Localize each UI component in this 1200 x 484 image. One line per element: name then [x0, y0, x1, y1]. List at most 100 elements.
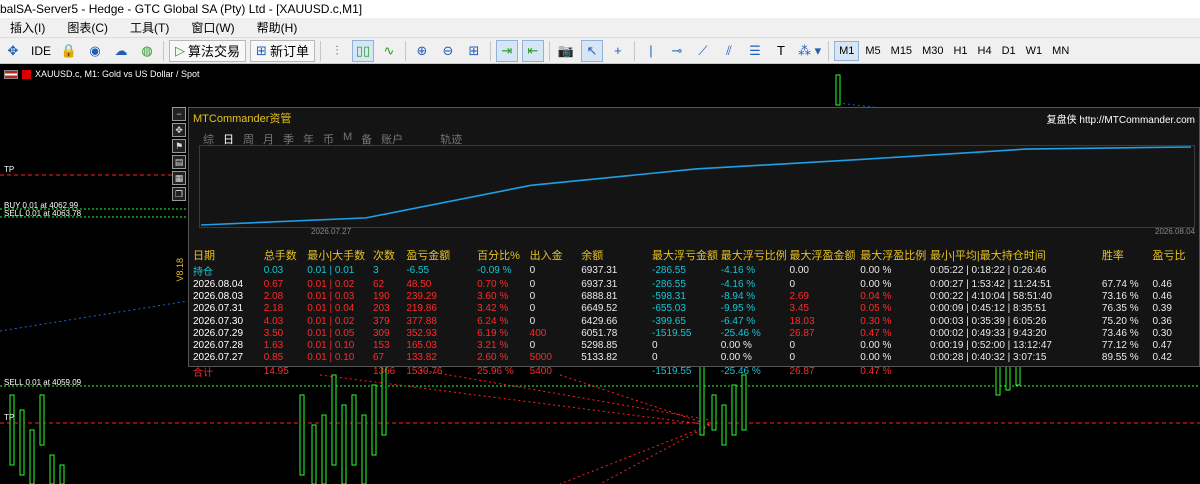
zoom-out-icon[interactable]: ⊖: [437, 40, 459, 62]
table-cell: 239.29: [406, 290, 437, 302]
timeframe-w1-button[interactable]: W1: [1022, 41, 1047, 61]
panel-header: MTCommander资管 复盘侠 http://MTCommander.com: [189, 108, 1199, 128]
timeframe-m1-button[interactable]: M1: [834, 40, 860, 61]
table-cell: 2026.08.03: [193, 290, 244, 302]
flag-icon[interactable]: ⚑: [172, 139, 186, 153]
timeframe-mn-button[interactable]: MN: [1048, 41, 1073, 61]
candle: [19, 409, 25, 476]
line-chart-icon[interactable]: ∿: [378, 40, 400, 62]
column-header[interactable]: 胜率: [1102, 247, 1153, 263]
candle: [361, 414, 367, 484]
sell-level-label: SELL 0.01 at 4059.09: [4, 378, 82, 387]
cursor-icon[interactable]: ↖: [580, 39, 603, 62]
table-cell: -8.94 %: [720, 290, 756, 302]
table-cell: 0.46: [1152, 278, 1172, 290]
candle: [341, 404, 347, 484]
panel-website-link[interactable]: 复盘侠 http://MTCommander.com: [1047, 111, 1195, 126]
calendar-icon[interactable]: ▤: [172, 155, 186, 169]
vertical-line-icon[interactable]: |: [640, 40, 662, 62]
table-icon[interactable]: ▦: [172, 171, 186, 185]
trendline-icon[interactable]: ⟋: [692, 40, 714, 62]
horizontal-line-icon[interactable]: ⊸: [666, 40, 688, 62]
copy-icon[interactable]: ❐: [172, 187, 186, 201]
signal-icon[interactable]: ◉: [84, 40, 106, 62]
table-cell: 1366: [372, 366, 396, 378]
ide-button[interactable]: IDE: [28, 40, 54, 62]
bar-chart-icon[interactable]: ⫶: [326, 40, 348, 62]
mtcommander-panel: MTCommander资管 复盘侠 http://MTCommander.com…: [175, 107, 1200, 379]
candle: [711, 394, 717, 431]
crosshair-icon[interactable]: ✥: [2, 40, 24, 62]
column-header[interactable]: 出入金: [530, 247, 582, 263]
menu-item[interactable]: 帮助(H): [257, 19, 298, 36]
column-header[interactable]: 余额: [581, 247, 652, 263]
column-header[interactable]: 最大浮盈比例: [860, 247, 930, 263]
zoom-in-icon[interactable]: ⊕: [411, 40, 433, 62]
history-line: [319, 374, 711, 426]
table-cell: 0: [529, 265, 536, 276]
timeframe-m30-button[interactable]: M30: [918, 41, 947, 61]
column-header[interactable]: 百分比%: [477, 247, 530, 263]
column-header[interactable]: 最大浮亏比例: [721, 247, 790, 263]
column-header[interactable]: 总手数: [264, 247, 307, 263]
table-header-row: 日期 总手数 最小|大手数 次数 盈亏金额 百分比% 出入金 余额 最大浮亏金额 最大浮亏比例 最大…: [193, 247, 1193, 263]
table-cell: 6051.78: [581, 327, 618, 339]
table-cell: 0.00 %: [860, 265, 892, 276]
column-header[interactable]: 次数: [373, 247, 406, 263]
timeframe-h1-button[interactable]: H1: [949, 41, 971, 61]
table-cell: 0.00 %: [860, 352, 892, 364]
timeframe-d1-button[interactable]: D1: [998, 41, 1020, 61]
grid-icon[interactable]: ⊞: [463, 40, 485, 62]
column-header[interactable]: 最大浮亏金额: [652, 247, 721, 263]
lock-icon[interactable]: 🔒: [58, 40, 80, 62]
column-header[interactable]: 盈亏比: [1152, 247, 1193, 263]
algo-trading-button[interactable]: ▷ 算法交易: [169, 39, 247, 62]
channel-icon[interactable]: ⫽: [718, 40, 740, 62]
curve-start-date: 2026.07.27: [311, 227, 352, 235]
table-cell: 0: [651, 352, 658, 364]
minimize-icon[interactable]: −: [172, 107, 186, 121]
table-cell: -9.95 %: [720, 303, 756, 315]
symbol-header: XAUUSD.c, M1: Gold vs US Dollar / Spot: [4, 69, 200, 79]
shapes-icon[interactable]: ⁂ ▾: [796, 40, 823, 62]
new-order-button[interactable]: ⊞ 新订单: [250, 39, 315, 62]
menu-item[interactable]: 插入(I): [10, 19, 45, 36]
menu-item[interactable]: 工具(T): [130, 19, 169, 36]
fibonacci-icon[interactable]: ☰: [744, 40, 766, 62]
table-cell: 73.16 %: [1101, 290, 1139, 302]
candle: [299, 394, 305, 476]
text-icon[interactable]: T: [770, 40, 792, 62]
table-cell: -1519.55: [651, 366, 692, 378]
column-header[interactable]: 最小|平均|最大持仓时间: [930, 247, 1102, 263]
table-cell: 2.08: [263, 290, 284, 302]
crosshair-tool-icon[interactable]: +: [607, 40, 629, 62]
column-header[interactable]: 日期: [193, 247, 264, 263]
one-click-trading-icon[interactable]: [22, 69, 31, 79]
chart-shift-icon[interactable]: ⇤: [521, 39, 544, 62]
table-cell: 5400: [529, 366, 552, 378]
table-cell: 2026.07.31: [193, 303, 244, 315]
globe-icon[interactable]: ◍: [136, 40, 158, 62]
column-header[interactable]: 最小|大手数: [307, 247, 373, 263]
table-cell: 0:00:19 | 0:52:00 | 13:12:47: [930, 340, 1052, 352]
timeframe-m15-button[interactable]: M15: [887, 41, 916, 61]
candlestick-chart-icon[interactable]: ▯▯: [351, 39, 374, 62]
move-icon[interactable]: ✥: [172, 123, 186, 137]
table-cell: 203: [372, 303, 390, 315]
table-row: 2026.08.04 0.67 0.01 | 0.02 62 48.50 0.70 % 0 6…: [193, 278, 1193, 290]
toolbar-separator: [633, 40, 635, 61]
table-cell: 73.46 %: [1101, 327, 1139, 339]
screenshot-icon[interactable]: 📷: [555, 40, 577, 62]
table-cell: 26.87: [789, 327, 815, 339]
column-header[interactable]: 最大浮盈金额: [789, 247, 860, 263]
menu-item[interactable]: 图表(C): [67, 19, 108, 36]
column-header[interactable]: 盈亏金额: [406, 247, 477, 263]
timeframe-h4-button[interactable]: H4: [974, 41, 996, 61]
cloud-icon[interactable]: ☁: [110, 40, 132, 62]
menu-item[interactable]: 窗口(W): [191, 19, 234, 36]
auto-scroll-icon[interactable]: ⇥: [495, 39, 518, 62]
table-cell: 48.50: [406, 278, 432, 290]
timeframe-m5-button[interactable]: M5: [861, 41, 884, 61]
table-cell: 6888.81: [581, 290, 618, 302]
timeframe-bar: M1 M5 M15 M30 H1 H4 D1 W1 MN: [834, 40, 1075, 61]
